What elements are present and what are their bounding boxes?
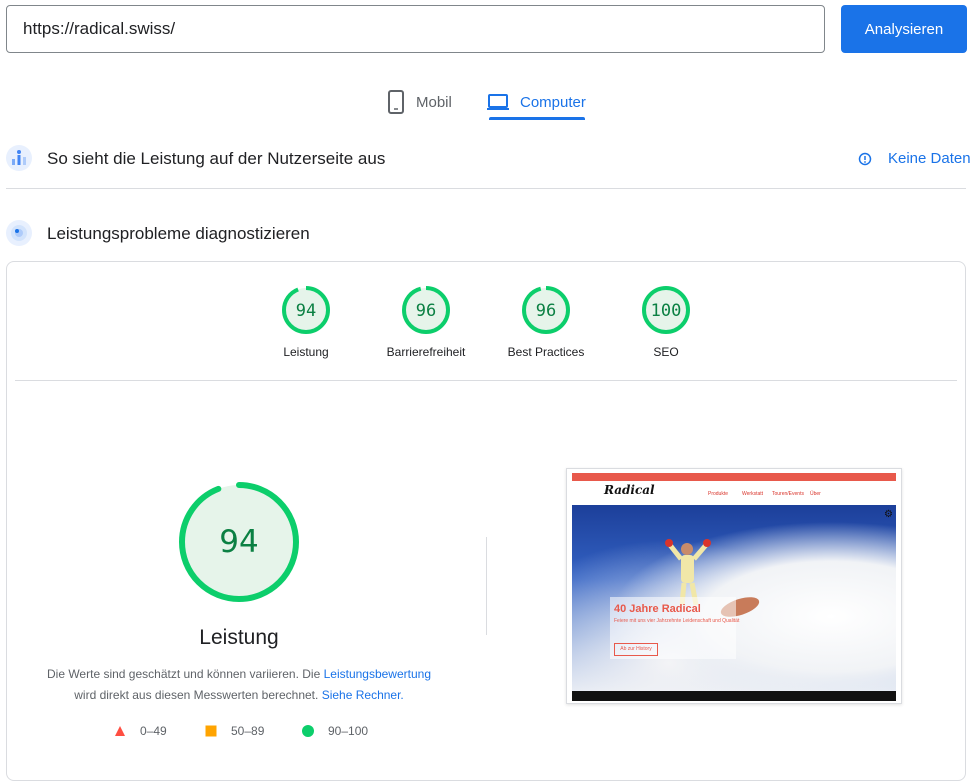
thumb-logo: Radical [604, 483, 655, 497]
triangle-icon [115, 726, 125, 736]
diagnostics-title: Leistungsprobleme diagnostizieren [47, 224, 310, 243]
legend-average-label: 50–89 [231, 724, 265, 738]
gauge-performance-score: 94 [296, 301, 316, 321]
performance-score-link[interactable]: Leistungsbewertung [324, 667, 431, 681]
tab-mobile[interactable]: Mobil [386, 82, 452, 122]
gear-icon: ⚙ [884, 509, 893, 520]
thumb-hero-image [572, 505, 896, 691]
field-data-title: So sieht die Leistung auf der Nutzerseit… [47, 149, 386, 168]
thumb-nav-item: Produkte [708, 491, 729, 497]
thumb-nav-item: Touren/Events [772, 491, 804, 497]
main-score-gauge: 94 [177, 480, 301, 609]
info-icon [858, 152, 872, 165]
url-input[interactable] [6, 5, 825, 53]
gauge-performance[interactable]: 94 Leistung [246, 285, 366, 359]
tab-mobile-label: Mobil [416, 93, 452, 111]
thumb-nav-item: Werkstatt [742, 491, 764, 497]
gauge-performance-ring: 94 [282, 286, 330, 334]
section-divider [6, 188, 966, 189]
thumb-nav: Radical Produkte Werkstatt Touren/Events… [572, 481, 896, 505]
analyze-button[interactable]: Analysieren [841, 5, 967, 53]
page-screenshot: Radical Produkte Werkstatt Touren/Events… [566, 468, 902, 704]
laptop-icon [487, 94, 509, 110]
diagnostics-icon [6, 220, 32, 251]
gauges-divider [15, 380, 957, 381]
tab-desktop[interactable]: Computer [486, 82, 586, 122]
thumb-top-bar [572, 473, 896, 481]
legend-fail-label: 0–49 [140, 724, 167, 738]
legend-average: 50–89 [205, 724, 264, 738]
gauge-performance-label: Leistung [283, 345, 329, 359]
field-data-icon [6, 145, 32, 176]
gauge-accessibility-ring: 96 [402, 286, 450, 334]
thumb-nav-item: Über [810, 491, 821, 497]
square-icon [205, 725, 217, 737]
no-data-link[interactable]: Keine Daten [858, 150, 971, 167]
score-description: Die Werte sind geschätzt und können vari… [30, 664, 448, 706]
gauge-accessibility-score: 96 [416, 301, 436, 321]
desc-prefix: Die Werte sind geschätzt und können vari… [46, 667, 321, 681]
tab-active-indicator [489, 117, 585, 120]
gauge-best-practices-score: 96 [536, 301, 556, 321]
gauge-accessibility-label: Barrierefreiheit [386, 345, 466, 359]
legend-fail: 0–49 [114, 724, 167, 738]
main-score-title: Leistung [199, 626, 279, 649]
gauge-seo[interactable]: 100 SEO [606, 285, 726, 359]
tab-desktop-label: Computer [520, 93, 586, 111]
gauge-seo-ring: 100 [642, 286, 690, 334]
gauge-best-practices[interactable]: 96 Best Practices [486, 285, 606, 359]
thumb-hero-button: Ab zur History [614, 643, 658, 656]
phone-icon [388, 90, 404, 114]
gauge-accessibility[interactable]: 96 Barrierefreiheit [366, 285, 486, 359]
gauge-seo-score: 100 [651, 301, 682, 321]
vertical-divider [486, 537, 487, 635]
thumb-bottom-bar [572, 691, 896, 701]
legend-pass: 90–100 [302, 724, 368, 738]
calculator-link[interactable]: Siehe Rechner. [322, 688, 404, 702]
main-score-value: 94 [219, 524, 258, 560]
gauge-best-practices-ring: 96 [522, 286, 570, 334]
circle-icon [302, 725, 314, 737]
thumb-hero-heading: 40 Jahre Radical [614, 603, 701, 615]
thumb-hero-subtitle: Feiere mit uns vier Jahrzehnte Leidensch… [614, 618, 740, 624]
desc-middle: wird direkt aus diesen Messwerten berech… [74, 688, 319, 702]
no-data-label: Keine Daten [888, 150, 971, 167]
gauge-seo-label: SEO [653, 345, 679, 359]
gauge-best-practices-label: Best Practices [507, 345, 585, 359]
legend-pass-label: 90–100 [328, 724, 369, 738]
